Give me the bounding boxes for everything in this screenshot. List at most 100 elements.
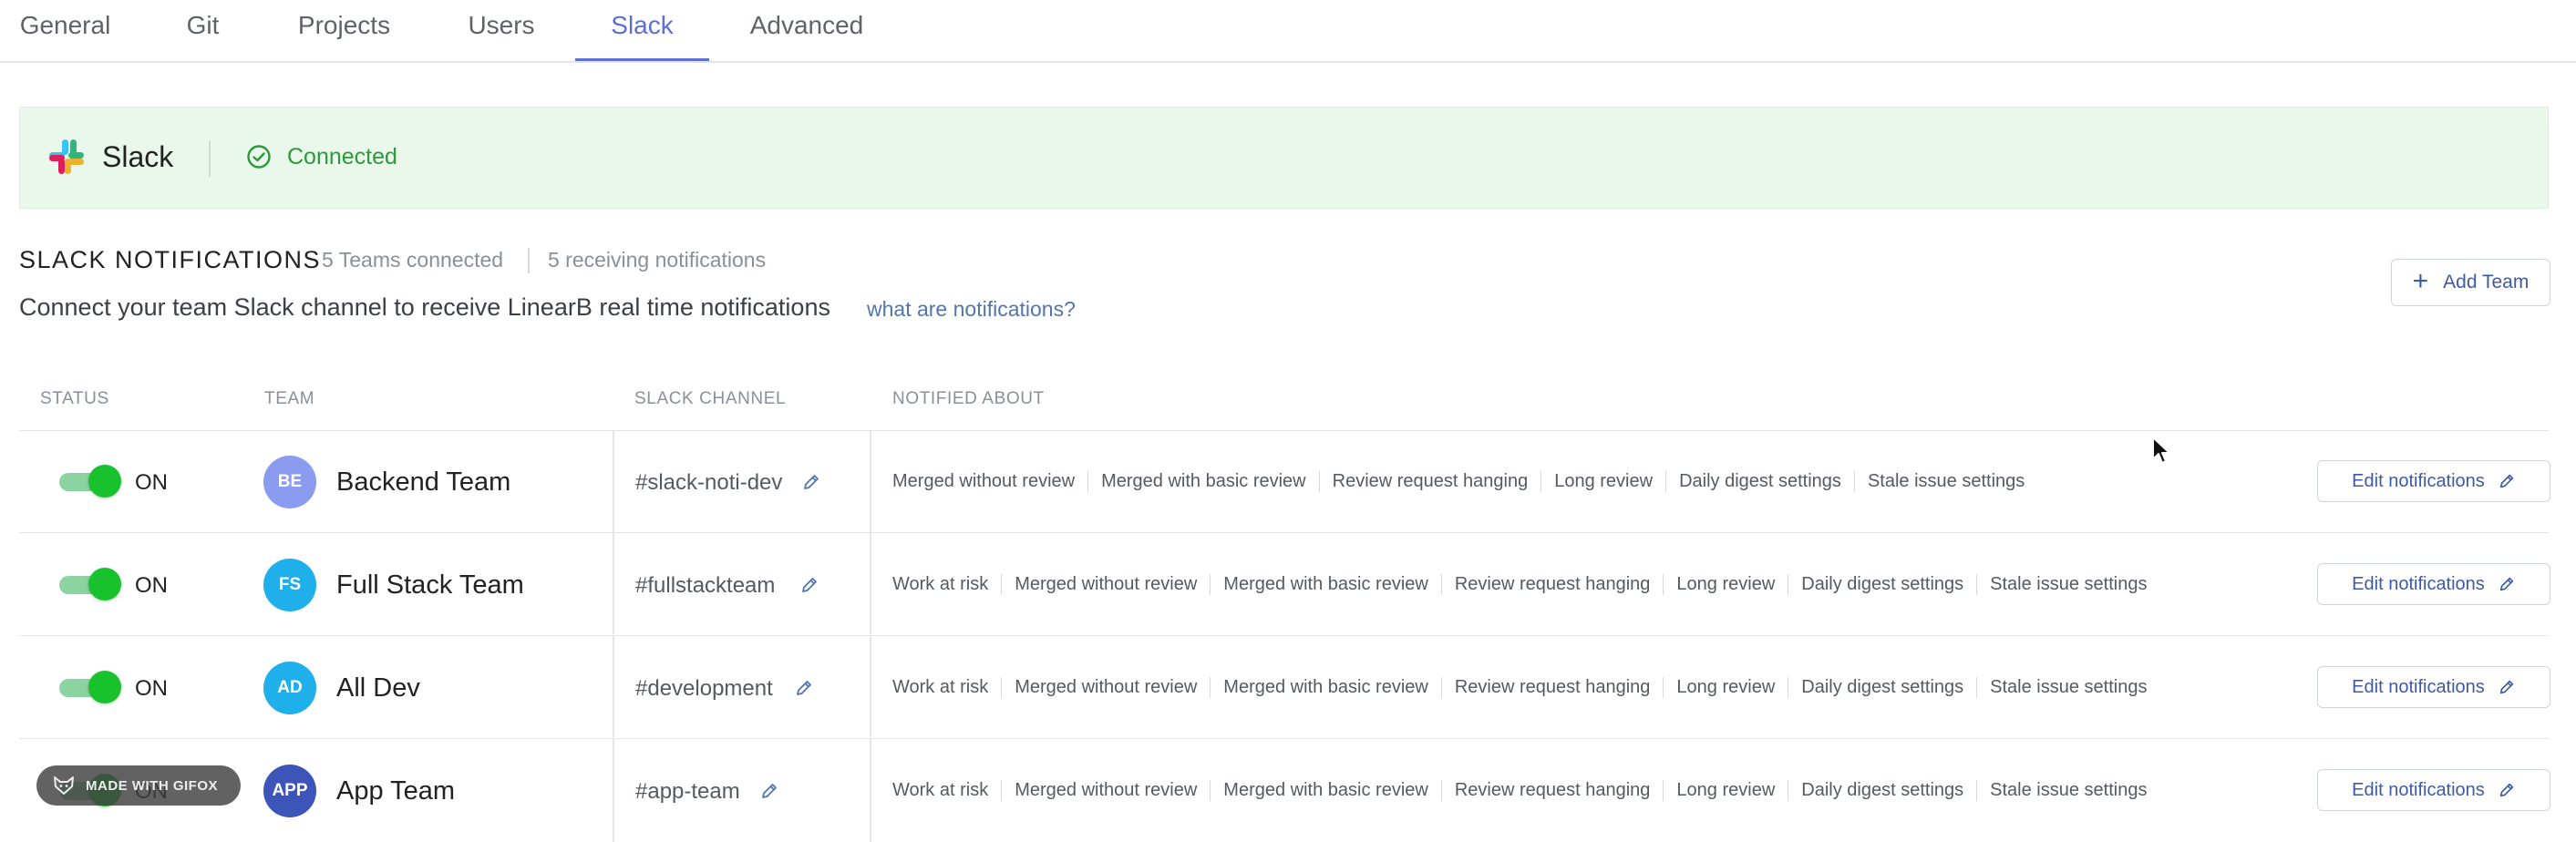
tab-users[interactable]: Users [447,0,556,59]
settings-tabs: General Git Projects Users Slack Advance… [0,0,2576,63]
avatar: BE [263,456,316,508]
notification-tag: Long review [1663,574,1788,595]
notification-tag: Review request hanging [1440,574,1664,595]
check-circle-icon [247,145,271,169]
table-row: ON FS Full Stack Team #fullstackteam Wor… [19,532,2550,634]
column-divider [870,636,871,737]
pencil-icon [2499,783,2513,797]
notification-tag: Daily digest settings [1788,780,1976,801]
team-name: All Dev [336,673,420,703]
mouse-cursor-icon [2152,436,2170,464]
notification-tag: Long review [1540,471,1665,492]
edit-notifications-button[interactable]: Edit notifications [2317,666,2550,708]
edit-channel-pencil-icon[interactable] [794,678,814,698]
channel-name: #fullstackteam [635,573,776,598]
column-divider [613,636,614,737]
column-divider [870,739,871,842]
status-toggle[interactable] [59,568,121,601]
column-header-status: STATUS [40,389,109,408]
notification-tag: Stale issue settings [1976,677,2159,698]
team-name: Backend Team [336,467,511,497]
table-row: ON APP App Team #app-team Work at risk M… [19,738,2550,842]
notification-tag: Merged with basic review [1087,471,1319,492]
plus-icon: + [2412,265,2429,296]
status-label: ON [135,676,168,701]
table-row: ON AD All Dev #development Work at risk … [19,635,2550,737]
notification-tag: Merged with basic review [1210,780,1441,801]
status-toggle[interactable] [59,465,121,498]
column-header-channel: SLACK CHANNEL [634,389,787,408]
status-label: ON [135,470,168,495]
notification-tag: Daily digest settings [1788,677,1976,698]
column-header-notified: NOTIFIED ABOUT [892,389,1045,408]
pencil-icon [2499,474,2513,488]
notification-tag: Merged without review [1001,574,1210,595]
status-label: ON [135,573,168,598]
status-toggle[interactable] [59,671,121,703]
notification-list: Work at risk Merged without review Merge… [892,574,2159,595]
edit-notifications-label: Edit notifications [2352,573,2485,594]
notification-tag: Merged without review [1001,780,1210,801]
header-divider [528,248,530,273]
notification-tag: Review request hanging [1440,677,1664,698]
edit-notifications-button[interactable]: Edit notifications [2317,460,2550,502]
column-divider [613,533,614,634]
avatar: AD [263,662,316,714]
notification-tag: Daily digest settings [1788,574,1976,595]
edit-notifications-button[interactable]: Edit notifications [2317,563,2550,605]
add-team-button[interactable]: + Add Team [2391,259,2550,306]
connection-status: Connected [287,144,397,169]
section-description: Connect your team Slack channel to recei… [19,293,830,321]
pencil-icon [2499,680,2513,694]
column-header-team: TEAM [264,389,315,408]
notification-list: Work at risk Merged without review Merge… [892,780,2159,801]
team-name: Full Stack Team [336,570,524,600]
notification-tag: Work at risk [892,574,989,594]
notification-tag: Stale issue settings [1976,780,2159,801]
notification-tag: Merged with basic review [1210,677,1441,698]
channel-name: #app-team [635,779,740,804]
notification-list: Work at risk Merged without review Merge… [892,677,2159,698]
edit-channel-pencil-icon[interactable] [801,472,821,492]
notification-tag: Stale issue settings [1976,574,2159,595]
notification-tag: Long review [1663,677,1788,698]
notification-tag: Long review [1663,780,1788,801]
team-name: App Team [336,776,456,806]
edit-channel-pencil-icon[interactable] [759,781,779,801]
tab-git[interactable]: Git [164,0,242,59]
tab-projects[interactable]: Projects [273,0,415,59]
slack-title: Slack [102,140,174,173]
tab-advanced[interactable]: Advanced [735,0,879,59]
edit-channel-pencil-icon[interactable] [799,575,819,595]
edit-notifications-label: Edit notifications [2352,779,2485,800]
edit-notifications-label: Edit notifications [2352,470,2485,491]
gifox-label: MADE WITH GIFOX [86,777,218,794]
avatar: APP [263,765,316,817]
banner-divider [209,140,211,177]
notification-tag: Work at risk [892,780,989,800]
add-team-label: Add Team [2443,272,2530,293]
column-divider [613,431,614,532]
notification-tag: Work at risk [892,677,989,697]
teams-connected-count: 5 Teams connected [322,248,504,272]
channel-name: #slack-noti-dev [635,470,783,495]
tab-slack[interactable]: Slack [575,0,709,61]
receiving-count: 5 receiving notifications [548,248,767,272]
notification-tag: Merged with basic review [1210,574,1441,595]
slack-logo [49,139,84,174]
section-title: SLACK NOTIFICATIONS [19,246,322,273]
column-divider [870,431,871,532]
notification-tag: Stale issue settings [1853,471,2037,492]
notifications-help-link[interactable]: what are notifications? [867,297,1076,322]
notification-tag: Merged without review [892,471,1076,491]
notification-list: Merged without review Merged with basic … [892,471,2037,492]
tab-general[interactable]: General [0,0,130,59]
slack-connected-banner: Slack Connected [19,107,2549,209]
gifox-fox-icon [54,776,74,795]
edit-notifications-label: Edit notifications [2352,676,2485,697]
notification-tag: Daily digest settings [1665,471,1854,492]
column-divider [870,533,871,634]
notification-tag: Review request hanging [1318,471,1541,492]
column-divider [613,739,614,842]
edit-notifications-button[interactable]: Edit notifications [2317,769,2550,811]
